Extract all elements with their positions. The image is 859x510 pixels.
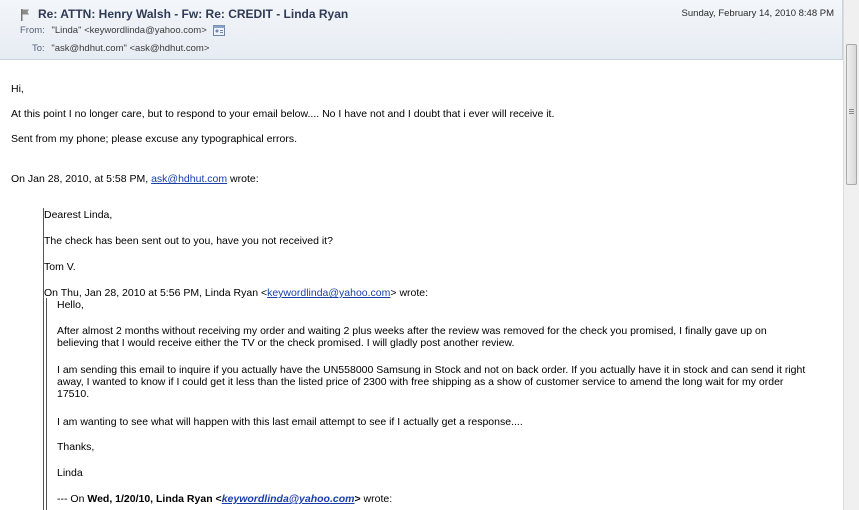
quote-bar-inner xyxy=(46,298,47,510)
message-subject: Re: ATTN: Henry Walsh - Fw: Re: CREDIT -… xyxy=(38,7,349,21)
attribution-prefix: On Jan 28, 2010, at 5:58 PM, xyxy=(11,173,149,185)
to-value[interactable]: "ask@hdhut.com" <ask@hdhut.com> xyxy=(51,43,209,54)
quote2-attribution-suffix: wrote: xyxy=(363,493,393,505)
quote1-line: The check has been sent out to you, have… xyxy=(44,235,333,247)
quote1-greeting: Dearest Linda, xyxy=(44,209,113,221)
quote2-greeting: Hello, xyxy=(57,299,84,311)
quote2-thanks: Thanks, xyxy=(57,441,95,453)
attribution-email-link[interactable]: ask@hdhut.com xyxy=(151,173,227,185)
contact-card-icon[interactable] xyxy=(213,25,226,36)
message-header: Re: ATTN: Henry Walsh - Fw: Re: CREDIT -… xyxy=(0,0,843,60)
quote1-attribution: On Thu, Jan 28, 2010 at 5:56 PM, Linda R… xyxy=(44,287,428,299)
flag-icon[interactable] xyxy=(20,8,30,22)
quote-bar-outer xyxy=(43,208,44,510)
quote2-paragraph-1: After almost 2 months without receiving … xyxy=(57,325,767,349)
from-label: From: xyxy=(20,25,45,36)
quote2-email-link[interactable]: keywordlinda@yahoo.com xyxy=(222,493,355,505)
from-row: From: "Linda" <keywordlinda@yahoo.com> xyxy=(20,25,226,36)
quote2-paragraph-2: I am sending this email to inquire if yo… xyxy=(57,364,806,400)
quote2-attribution: --- On Wed, 1/20/10, Linda Ryan <keyword… xyxy=(57,493,392,505)
quote2-paragraph-3: I am wanting to see what will happen wit… xyxy=(57,416,523,428)
to-label: To: xyxy=(32,43,45,54)
quote2-name: Linda xyxy=(57,467,83,479)
greeting: Hi, xyxy=(11,83,24,95)
vertical-scrollbar[interactable] xyxy=(843,0,859,510)
message-date: Sunday, February 14, 2010 8:48 PM xyxy=(681,8,834,19)
scrollbar-thumb[interactable] xyxy=(846,44,857,185)
from-value[interactable]: "Linda" <keywordlinda@yahoo.com> xyxy=(51,25,206,36)
to-row: To: "ask@hdhut.com" <ask@hdhut.com> xyxy=(32,43,209,54)
attribution-line: On Jan 28, 2010, at 5:58 PM, ask@hdhut.c… xyxy=(11,173,259,185)
attribution-suffix: wrote: xyxy=(230,173,259,185)
phone-signature: Sent from my phone; please excuse any ty… xyxy=(11,133,297,145)
quote1-attribution-suffix: > wrote: xyxy=(390,287,429,299)
message-paragraph: At this point I no longer care, but to r… xyxy=(11,108,555,120)
scrollbar-grip-icon xyxy=(849,109,854,110)
quote2-attribution-close: > xyxy=(354,493,361,505)
quote2-attribution-prefix: --- On xyxy=(57,493,85,505)
quote1-sign: Tom V. xyxy=(44,261,76,273)
quote1-email-link[interactable]: keywordlinda@yahoo.com xyxy=(267,287,390,299)
quote2-attribution-date: Wed, 1/20/10, Linda Ryan xyxy=(87,493,213,505)
quote1-attribution-prefix: On Thu, Jan 28, 2010 at 5:56 PM, Linda R… xyxy=(44,287,268,299)
